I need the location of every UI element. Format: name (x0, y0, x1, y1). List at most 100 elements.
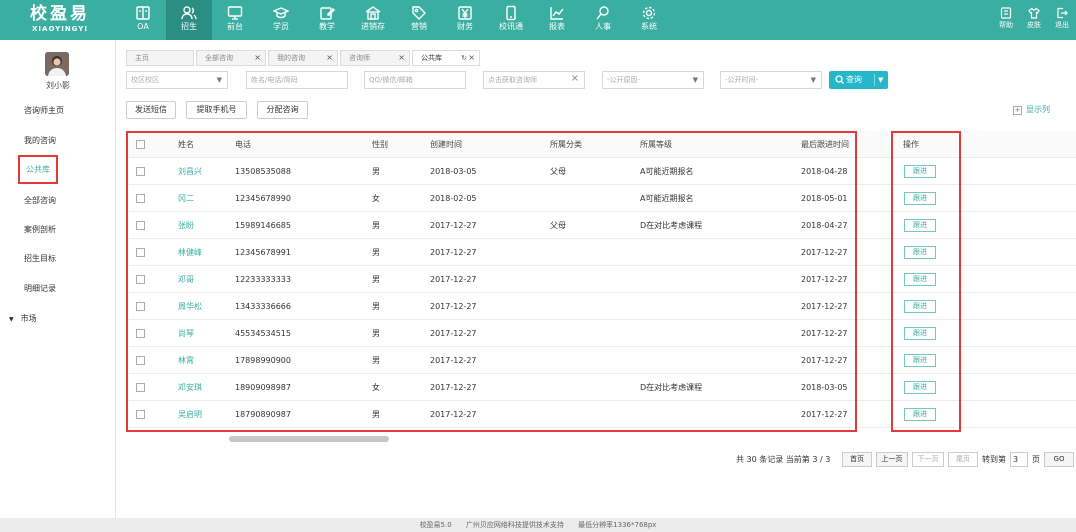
table-row[interactable]: 林霄 17898990900 男 2017-12-27 2017-12-27 跟进 (128, 347, 1076, 374)
tab-all-consultations[interactable]: 全部咨询 × (196, 50, 266, 66)
sidebar-item-market[interactable]: ▼ 市场 (9, 313, 37, 324)
skin-button[interactable]: 皮肤 (1020, 0, 1048, 40)
cell-name[interactable]: 吴启明 (178, 401, 202, 428)
go-button[interactable]: GO (1044, 452, 1074, 467)
sidebar-item-detail-records[interactable]: 明细记录 (24, 283, 56, 294)
row-checkbox[interactable] (136, 194, 145, 203)
table-row[interactable]: 张盼 15989146685 男 2017-12-27 父母 D在对比考虑课程 2018-0… (128, 212, 1076, 239)
module-front-desk[interactable]: 前台 (212, 0, 258, 40)
table-row[interactable]: 冈二 12345678990 女 2018-02-05 A可能近期报名 2018-05-0… (128, 185, 1076, 212)
select-all-checkbox[interactable] (136, 140, 145, 149)
row-checkbox[interactable] (136, 275, 145, 284)
clear-icon[interactable]: × (571, 71, 579, 87)
sidebar-item-all-consultations[interactable]: 全部咨询 (24, 195, 56, 206)
chevron-down-icon[interactable]: ▼ (878, 71, 883, 89)
module-reports[interactable]: 报表 (534, 0, 580, 40)
cell-name[interactable]: 张盼 (178, 212, 194, 239)
row-checkbox[interactable] (136, 167, 145, 176)
module-inventory[interactable]: 进销存 (350, 0, 396, 40)
cell-name[interactable]: 周华松 (178, 293, 202, 320)
tab-home[interactable]: 主页 (126, 50, 194, 66)
campus-select[interactable]: 校区校区 ▼ (126, 71, 228, 89)
module-system[interactable]: 系统 (626, 0, 672, 40)
tab-my-consultations[interactable]: 我的咨询 × (268, 50, 338, 66)
table-row[interactable]: 吴启明 18790890987 男 2017-12-27 2017-12-27 跟进 (128, 401, 1076, 428)
extract-phone-button[interactable]: 提取手机号 (186, 101, 247, 119)
follow-up-button[interactable]: 跟进 (904, 246, 936, 259)
module-messaging[interactable]: 校讯通 (488, 0, 534, 40)
module-hr[interactable]: 人事 (580, 0, 626, 40)
qq-wechat-email-input[interactable]: QQ/微信/邮箱 (364, 71, 466, 89)
logout-button[interactable]: 退出 (1048, 0, 1076, 40)
table-row[interactable]: 尚琴 45534534515 男 2017-12-27 2017-12-27 跟进 (128, 320, 1076, 347)
public-reason-select[interactable]: -公开原因- ▼ (602, 71, 704, 89)
module-students[interactable]: 学员 (258, 0, 304, 40)
first-page-button[interactable]: 首页 (842, 452, 872, 467)
row-checkbox[interactable] (136, 329, 145, 338)
sidebar-item-counselor-home[interactable]: 咨询师主页 (24, 105, 64, 116)
module-oa[interactable]: OA (120, 0, 166, 40)
cell-name[interactable]: 邓安琪 (178, 374, 202, 401)
module-finance[interactable]: 财务 (442, 0, 488, 40)
column-header-category[interactable]: 所属分类 (550, 131, 582, 158)
name-phone-input[interactable]: 姓名/电话/简码 (246, 71, 348, 89)
column-header-last-followup[interactable]: 最后跟进时间 (801, 131, 849, 158)
sidebar-item-case-analysis[interactable]: 案例剖析 (24, 224, 56, 235)
follow-up-button[interactable]: 跟进 (904, 165, 936, 178)
cell-name[interactable]: 尚琴 (178, 320, 194, 347)
module-marketing[interactable]: 营销 (396, 0, 442, 40)
cell-name[interactable]: 刘昌兴 (178, 158, 202, 185)
column-header-level[interactable]: 所属等级 (640, 131, 672, 158)
follow-up-button[interactable]: 跟进 (904, 300, 936, 313)
sidebar-item-my-consultations[interactable]: 我的咨询 (24, 135, 56, 146)
cell-name[interactable]: 林健峰 (178, 239, 202, 266)
show-columns-button[interactable]: + 显示列 (1013, 104, 1050, 115)
next-page-button[interactable]: 下一页 (912, 452, 944, 467)
cell-name[interactable]: 冈二 (178, 185, 194, 212)
public-time-select[interactable]: -公开时间- ▼ (720, 71, 822, 89)
row-checkbox[interactable] (136, 356, 145, 365)
cell-name[interactable]: 邓哥 (178, 266, 194, 293)
close-icon[interactable]: × (398, 51, 405, 65)
page-number-input[interactable]: 3 (1010, 452, 1028, 467)
send-sms-button[interactable]: 发送短信 (126, 101, 176, 119)
close-icon[interactable]: × (254, 51, 261, 65)
close-icon[interactable]: × (326, 51, 333, 65)
follow-up-button[interactable]: 跟进 (904, 273, 936, 286)
column-header-created[interactable]: 创建时间 (430, 131, 462, 158)
last-page-button[interactable]: 尾页 (948, 452, 978, 467)
help-button[interactable]: 帮助 (992, 0, 1020, 40)
sidebar-item-public-pool[interactable]: 公共库 (18, 155, 58, 184)
assign-consultation-button[interactable]: 分配咨询 (257, 101, 308, 119)
row-checkbox[interactable] (136, 248, 145, 257)
close-icon[interactable]: × (468, 51, 475, 65)
table-row[interactable]: 刘昌兴 13508535088 男 2018-03-05 父母 A可能近期报名 2018-0… (128, 158, 1076, 185)
horizontal-scrollbar[interactable] (229, 436, 389, 442)
refresh-icon[interactable]: ↻ (461, 51, 467, 65)
tab-counselor[interactable]: 咨询师 × (340, 50, 410, 66)
row-checkbox[interactable] (136, 383, 145, 392)
table-row[interactable]: 林健峰 12345678991 男 2017-12-27 2017-12-27 跟进 (128, 239, 1076, 266)
row-checkbox[interactable] (136, 221, 145, 230)
search-button[interactable]: 查询 ▼ (829, 71, 888, 89)
column-header-phone[interactable]: 电话 (235, 131, 251, 158)
row-checkbox[interactable] (136, 410, 145, 419)
prev-page-button[interactable]: 上一页 (876, 452, 908, 467)
cell-name[interactable]: 林霄 (178, 347, 194, 374)
follow-up-button[interactable]: 跟进 (904, 354, 936, 367)
sidebar-item-enrollment-goals[interactable]: 招生目标 (24, 253, 56, 264)
avatar[interactable] (45, 52, 69, 76)
follow-up-button[interactable]: 跟进 (904, 327, 936, 340)
table-row[interactable]: 邓哥 12233333333 男 2017-12-27 2017-12-27 跟进 (128, 266, 1076, 293)
app-logo[interactable]: 校盈易 XIAOYINGYI (0, 0, 120, 40)
column-header-gender[interactable]: 性别 (372, 131, 388, 158)
follow-up-button[interactable]: 跟进 (904, 219, 936, 232)
follow-up-button[interactable]: 跟进 (904, 192, 936, 205)
table-row[interactable]: 邓安琪 18909098987 女 2017-12-27 D在对比考虑课程 2018-03… (128, 374, 1076, 401)
counselor-picker-input[interactable]: 点击获取咨询师 × (483, 71, 585, 89)
column-header-name[interactable]: 姓名 (178, 131, 194, 158)
row-checkbox[interactable] (136, 302, 145, 311)
tab-public-pool[interactable]: 公共库 ↻ × (412, 50, 480, 66)
module-teaching[interactable]: 教学 (304, 0, 350, 40)
follow-up-button[interactable]: 跟进 (904, 408, 936, 421)
